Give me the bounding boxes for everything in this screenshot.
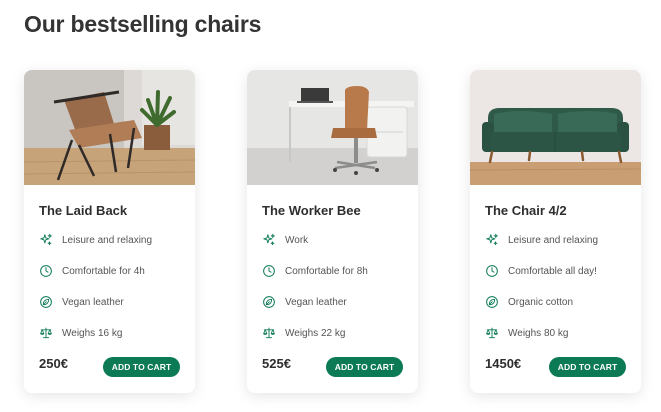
feature-text: Organic cotton	[508, 296, 574, 308]
sparkles-icon	[262, 233, 276, 247]
feature-text: Comfortable for 8h	[285, 265, 368, 277]
feature-row: Weighs 16 kg	[39, 326, 122, 340]
product-name: The Laid Back	[39, 203, 128, 218]
product-image-green-sofa[interactable]	[470, 70, 641, 185]
feature-text: Weighs 22 kg	[285, 327, 346, 339]
feature-row: Vegan leather	[262, 295, 347, 309]
feature-text: Weighs 80 kg	[508, 327, 569, 339]
product-card-chair-4-2: The Chair 4/2 Leisure and relaxing Comfo…	[470, 70, 641, 393]
feature-text: Comfortable all day!	[508, 265, 597, 277]
product-image-office-chair[interactable]	[247, 70, 418, 185]
clock-icon	[262, 264, 276, 278]
feature-row: Leisure and relaxing	[39, 233, 152, 247]
feature-text: Weighs 16 kg	[62, 327, 123, 339]
product-price: 525€	[262, 356, 291, 371]
page-title: Our bestselling chairs	[24, 11, 262, 37]
feature-row: Comfortable for 8h	[262, 264, 368, 278]
leaf-badge-icon	[39, 295, 53, 309]
feature-row: Work	[262, 233, 308, 247]
feature-text: Comfortable for 4h	[62, 265, 145, 277]
feature-row: Comfortable for 4h	[39, 264, 145, 278]
product-card-worker-bee: The Worker Bee Work Comfortable for 8h V…	[247, 70, 418, 393]
scale-icon	[262, 326, 276, 340]
feature-row: Comfortable all day!	[485, 264, 597, 278]
feature-text: Vegan leather	[285, 296, 347, 308]
feature-text: Leisure and relaxing	[62, 234, 153, 246]
scale-icon	[39, 326, 53, 340]
feature-row: Weighs 22 kg	[262, 326, 345, 340]
feature-row: Organic cotton	[485, 295, 573, 309]
product-price: 1450€	[485, 356, 522, 371]
feature-row: Vegan leather	[39, 295, 124, 309]
scale-icon	[485, 326, 499, 340]
clock-icon	[39, 264, 53, 278]
leaf-badge-icon	[485, 295, 499, 309]
product-name: The Worker Bee	[262, 203, 361, 218]
sparkles-icon	[39, 233, 53, 247]
add-to-cart-button[interactable]: ADD TO CART	[326, 357, 403, 377]
feature-text: Work	[285, 234, 309, 246]
product-price: 250€	[39, 356, 68, 371]
product-name: The Chair 4/2	[485, 203, 567, 218]
clock-icon	[485, 264, 499, 278]
sparkles-icon	[485, 233, 499, 247]
feature-text: Vegan leather	[62, 296, 124, 308]
add-to-cart-button[interactable]: ADD TO CART	[103, 357, 180, 377]
feature-text: Leisure and relaxing	[508, 234, 599, 246]
leaf-badge-icon	[262, 295, 276, 309]
feature-row: Weighs 80 kg	[485, 326, 568, 340]
product-image-lounge-chair[interactable]	[24, 70, 195, 185]
product-card-laid-back: The Laid Back Leisure and relaxing Comfo…	[24, 70, 195, 393]
feature-row: Leisure and relaxing	[485, 233, 598, 247]
add-to-cart-button[interactable]: ADD TO CART	[549, 357, 626, 377]
